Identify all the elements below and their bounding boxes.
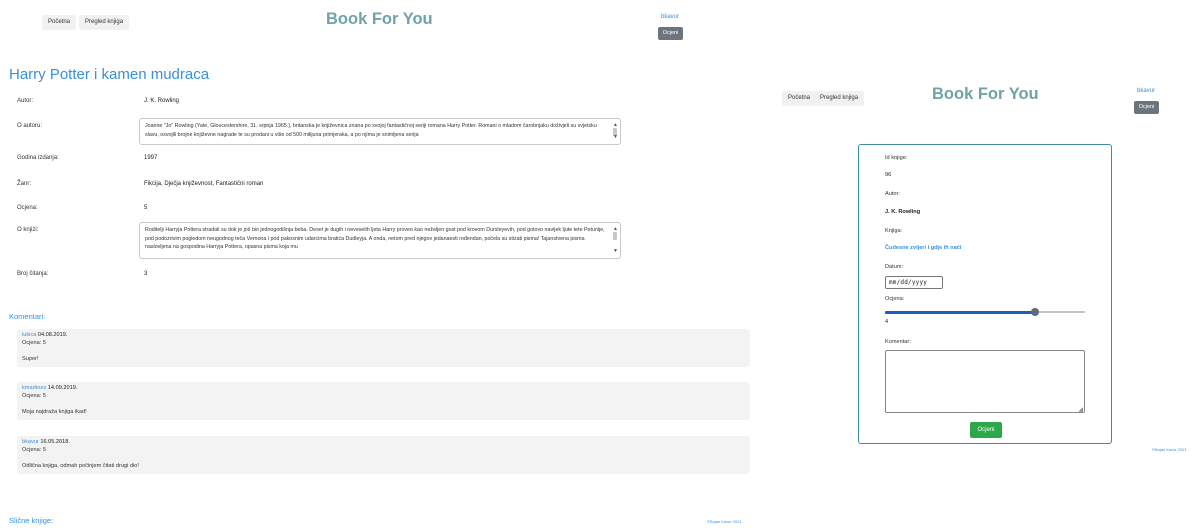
brand-logo[interactable]: Book For You bbox=[326, 10, 433, 29]
comment-textarea[interactable]: ◢ bbox=[885, 350, 1085, 413]
brand-logo[interactable]: Book For You bbox=[932, 85, 1039, 104]
scrollbar-thumb[interactable] bbox=[613, 232, 617, 240]
read-count-label: Broj čitanja: bbox=[17, 271, 49, 277]
comment-card: bkavur 16.05.2018. Ocjena: 5 Odlična knj… bbox=[17, 436, 750, 474]
about-author-label: O autoru: bbox=[17, 123, 43, 129]
about-author-textarea[interactable]: Joanne "Jo" Rowling (Yate, Gloucestershi… bbox=[139, 118, 621, 145]
nav-home-link[interactable]: Početna bbox=[782, 91, 817, 106]
nav-browse-link[interactable]: Pregled knjiga bbox=[814, 91, 865, 106]
book-label: Knjiga: bbox=[885, 228, 903, 234]
rating-value: 4 bbox=[885, 319, 889, 325]
author-value: J. K. Rowling bbox=[144, 98, 180, 104]
user-link[interactable]: bkavur bbox=[661, 14, 679, 20]
book-title: Harry Potter i kamen mudraca bbox=[9, 66, 210, 83]
rating-form: Id knjige: 96 Autor: J. K. Rowling Knjig… bbox=[858, 144, 1112, 444]
author-label: Autor: bbox=[885, 191, 900, 197]
book-id-value: 96 bbox=[885, 172, 892, 178]
comment-label: Komentar: bbox=[885, 339, 911, 345]
comment-date: 14.09.2019. bbox=[47, 385, 78, 391]
book-link[interactable]: Čudesne zvijeri i gdje ih naći bbox=[885, 245, 961, 251]
date-label: Datum: bbox=[885, 264, 904, 270]
book-id-label: Id knjige: bbox=[885, 155, 908, 161]
comment-user-link[interactable]: lukica bbox=[22, 332, 36, 338]
user-link[interactable]: bkavur bbox=[1137, 88, 1155, 94]
comment-text: Moja najdraža knjiga ikad! bbox=[22, 409, 87, 415]
comment-card: lukica 04.08.2019. Ocjena: 5 Super! bbox=[17, 329, 750, 367]
about-book-textarea[interactable]: Roditelji Harryja Pottera stradali su do… bbox=[139, 222, 621, 259]
year-label: Godina izdanja: bbox=[17, 155, 59, 161]
comment-rating: Ocjena: 5 bbox=[22, 447, 46, 453]
year-value: 1997 bbox=[144, 155, 158, 161]
rating-slider[interactable] bbox=[885, 307, 1085, 317]
scroll-down-icon[interactable]: ▼ bbox=[613, 133, 618, 142]
date-input[interactable]: mm/dd/yyyy bbox=[885, 276, 943, 289]
book-details-page: Početna Pregled knjiga Book For You bkav… bbox=[0, 0, 770, 528]
comment-date: 04.08.2019. bbox=[37, 332, 68, 338]
similar-books-heading: Slične knjige: bbox=[9, 516, 54, 525]
comment-date: 16.05.2018. bbox=[40, 439, 70, 445]
rate-button[interactable]: Ocjeni bbox=[1134, 101, 1159, 114]
rating-label: Ocjena: bbox=[17, 205, 38, 211]
about-author-text: Joanne "Jo" Rowling (Yate, Gloucestershi… bbox=[145, 123, 597, 138]
comment-text: Odlična knjiga, odmah počinjem čitati dr… bbox=[22, 463, 139, 469]
slider-thumb[interactable] bbox=[1031, 308, 1039, 316]
scroll-down-icon[interactable]: ▼ bbox=[613, 247, 618, 256]
author-value: J. K. Rowling bbox=[885, 209, 921, 215]
resize-grip-icon[interactable]: ◢ bbox=[1078, 406, 1083, 413]
read-count-value: 3 bbox=[144, 271, 148, 277]
nav-home-link[interactable]: Početna bbox=[42, 15, 77, 30]
comment-user-link[interactable]: bkavur bbox=[22, 439, 39, 445]
genre-value: Fikcija, Dječja književnost, Fantastični… bbox=[144, 181, 264, 187]
about-book-label: O knjizi: bbox=[17, 227, 39, 233]
rating-value: 5 bbox=[144, 205, 148, 211]
slider-fill bbox=[885, 310, 1035, 314]
comment-rating: Ocjena: 5 bbox=[22, 340, 46, 346]
author-label: Autor: bbox=[17, 98, 34, 104]
comments-heading: Komentari: bbox=[9, 312, 46, 321]
genre-label: Žanr: bbox=[17, 181, 32, 187]
about-book-text: Roditelji Harryja Pottera stradali su do… bbox=[145, 227, 605, 251]
rate-button[interactable]: Ocjeni bbox=[658, 27, 683, 40]
footer-copyright: ©Bojan Kavur 2021 bbox=[707, 519, 742, 524]
footer-copyright: ©Bojan Kavur 2021 bbox=[1152, 447, 1187, 452]
nav-browse-link[interactable]: Pregled knjiga bbox=[79, 15, 130, 30]
comment-card: kmartinez 14.09.2019. Ocjena: 5 Moja naj… bbox=[17, 382, 750, 420]
comment-user-link[interactable]: kmartinez bbox=[22, 385, 46, 391]
submit-rating-button[interactable]: Ocjeni bbox=[970, 422, 1002, 438]
comment-rating: Ocjena: 5 bbox=[22, 393, 46, 399]
rating-label: Ocjena: bbox=[885, 296, 905, 302]
comment-text: Super! bbox=[22, 356, 39, 362]
